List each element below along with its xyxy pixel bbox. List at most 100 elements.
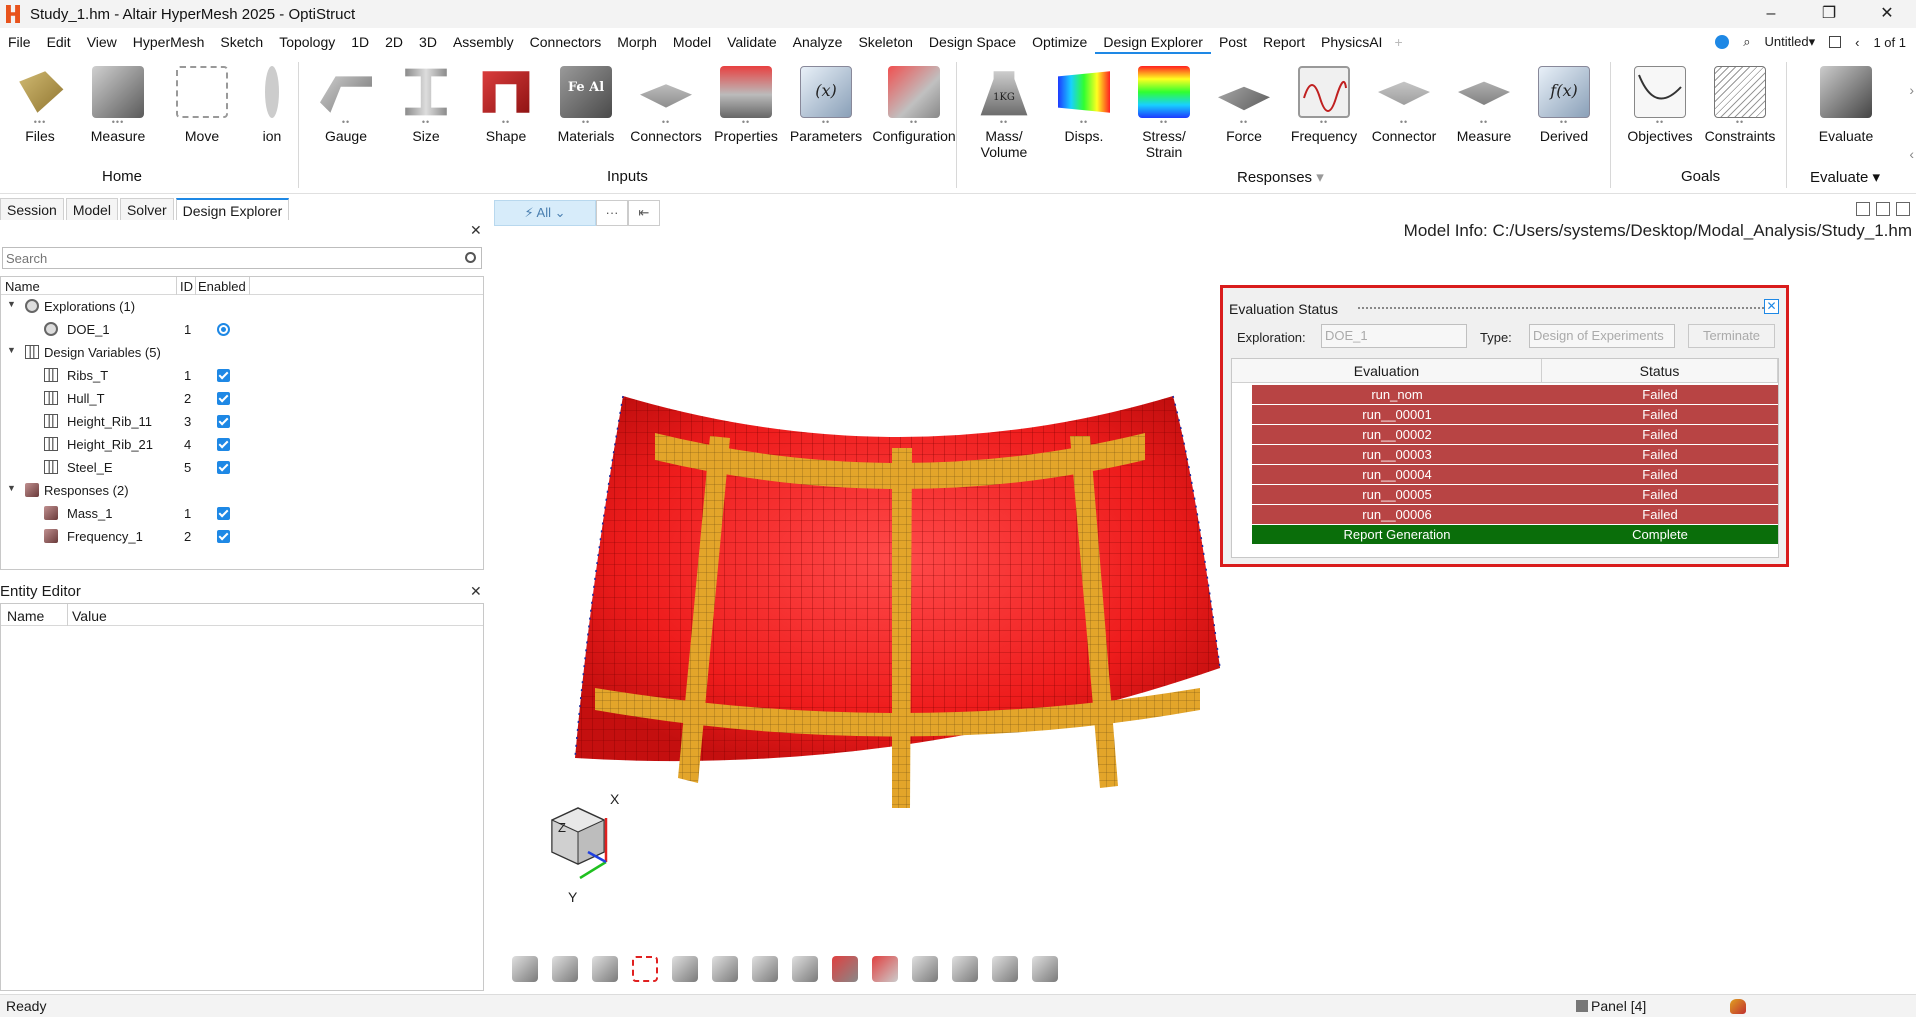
fit-view-icon[interactable]: [632, 956, 658, 982]
minimize-button[interactable]: –: [1742, 0, 1800, 28]
tree-row-mass-1[interactable]: Mass_1 1: [1, 502, 483, 525]
search-input[interactable]: [3, 248, 453, 268]
menu-hypermesh[interactable]: HyperMesh: [125, 30, 213, 54]
menu-assembly[interactable]: Assembly: [445, 30, 522, 54]
zoom-icon[interactable]: [952, 956, 978, 982]
column-enabled[interactable]: Enabled: [198, 279, 246, 294]
first-button[interactable]: ⇤: [628, 200, 660, 226]
connectors-tool[interactable]: •• Connectors: [626, 66, 706, 144]
active-exploration-radio[interactable]: [217, 323, 230, 336]
hull-model-render[interactable]: [570, 388, 1230, 833]
add-ribbon-button[interactable]: +: [1390, 30, 1406, 54]
tree-group-explorations[interactable]: ▼ Explorations (1): [1, 295, 483, 318]
close-panel-icon[interactable]: ✕: [470, 222, 482, 239]
tree-row-height-rib-11[interactable]: Height_Rib_11 3: [1, 410, 483, 433]
terminate-button[interactable]: Terminate: [1688, 324, 1775, 348]
tree-row-hull-t[interactable]: Hull_T 2: [1, 387, 483, 410]
tab-solver[interactable]: Solver: [119, 198, 174, 220]
connector-tool[interactable]: •• Connector: [1364, 66, 1444, 144]
table-row[interactable]: Report Generation Complete: [1252, 525, 1778, 544]
shape-tool[interactable]: •• Shape: [466, 66, 546, 144]
search-icon[interactable]: ⌕: [1743, 34, 1750, 50]
menu-3d[interactable]: 3D: [411, 30, 445, 54]
flame-icon[interactable]: [1730, 999, 1746, 1014]
table-row[interactable]: run__00006 Failed: [1252, 505, 1778, 524]
enabled-checkbox[interactable]: [217, 530, 230, 543]
move-view-icon[interactable]: [1876, 202, 1890, 216]
rotate-icon[interactable]: [712, 956, 738, 982]
menu-skeleton[interactable]: Skeleton: [850, 30, 920, 54]
filter-all-dropdown[interactable]: ⚡ All ⌄: [494, 200, 596, 226]
type-field[interactable]: Design of Experiments: [1529, 324, 1675, 348]
camera-icon[interactable]: [672, 956, 698, 982]
no-mask-icon[interactable]: [872, 956, 898, 982]
view-orientation-cube[interactable]: X Y Z: [540, 790, 650, 910]
mass-volume-tool[interactable]: 1KG •• Mass/Volume: [964, 66, 1044, 160]
isolate-icon[interactable]: [832, 956, 858, 982]
force-tool[interactable]: •• Force: [1204, 66, 1284, 144]
materials-tool[interactable]: Fe Al •• Materials: [546, 66, 626, 144]
tree-group-responses[interactable]: ▼ Responses (2): [1, 479, 483, 502]
parameters-tool[interactable]: (x) •• Parameters: [786, 66, 866, 144]
panel-indicator[interactable]: Panel [4]: [1576, 998, 1646, 1014]
menu-optimize[interactable]: Optimize: [1024, 30, 1095, 54]
column-status[interactable]: Status: [1542, 359, 1778, 383]
grid-view-icon[interactable]: [1856, 202, 1870, 216]
restore-button[interactable]: ❐: [1800, 0, 1858, 28]
tree-row-steel-e[interactable]: Steel_E 5: [1, 456, 483, 479]
mask-icon[interactable]: [792, 956, 818, 982]
ribbon-collapse-icon[interactable]: ‹: [1909, 146, 1914, 162]
window-icon[interactable]: [1829, 36, 1842, 48]
enabled-checkbox[interactable]: [217, 507, 230, 520]
axis-icon[interactable]: [912, 956, 938, 982]
session-dropdown[interactable]: Untitled▾: [1765, 34, 1816, 50]
evaluate-dropdown-icon[interactable]: ▾: [1873, 169, 1881, 186]
enabled-checkbox[interactable]: [217, 369, 230, 382]
table-row[interactable]: run__00004 Failed: [1252, 465, 1778, 484]
menu-analyze[interactable]: Analyze: [785, 30, 851, 54]
menu-morph[interactable]: Morph: [609, 30, 665, 54]
enabled-checkbox[interactable]: [217, 415, 230, 428]
measure-tool[interactable]: ••• Measure: [78, 66, 158, 144]
column-id[interactable]: ID: [180, 279, 193, 294]
menu-view[interactable]: View: [79, 30, 125, 54]
menu-physicsai[interactable]: PhysicsAI: [1313, 30, 1390, 54]
menu-2d[interactable]: 2D: [377, 30, 411, 54]
menu-design-space[interactable]: Design Space: [921, 30, 1024, 54]
measure-response-tool[interactable]: •• Measure: [1444, 66, 1524, 144]
configuration-tool[interactable]: •• Configuration: [866, 66, 962, 144]
move-tool[interactable]: Move: [162, 66, 242, 144]
table-row[interactable]: run__00002 Failed: [1252, 425, 1778, 444]
maximize-view-icon[interactable]: [1896, 202, 1910, 216]
column-value[interactable]: Value: [72, 608, 107, 624]
search-icon[interactable]: [465, 252, 476, 263]
tab-design-explorer[interactable]: Design Explorer: [175, 198, 290, 220]
size-tool[interactable]: •• Size: [386, 66, 466, 144]
tree-row-ribs-t[interactable]: Ribs_T 1: [1, 364, 483, 387]
page-prev-icon[interactable]: ‹: [1855, 35, 1859, 50]
tab-model[interactable]: Model: [65, 198, 118, 220]
close-entity-editor-icon[interactable]: ✕: [470, 583, 482, 600]
tree-row-frequency-1[interactable]: Frequency_1 2: [1, 525, 483, 548]
derived-tool[interactable]: f(x) •• Derived: [1524, 66, 1604, 144]
frequency-tool[interactable]: •• Frequency: [1284, 66, 1364, 144]
menu-report[interactable]: Report: [1255, 30, 1313, 54]
dialog-drag-handle[interactable]: [1358, 307, 1768, 311]
table-row[interactable]: run__00001 Failed: [1252, 405, 1778, 424]
gauge-tool[interactable]: •• Gauge: [306, 66, 386, 144]
responses-dropdown-icon[interactable]: ▾: [1316, 169, 1324, 186]
ribbon-scroll-right-icon[interactable]: ›: [1909, 82, 1914, 98]
column-name[interactable]: Name: [7, 608, 44, 624]
table-row[interactable]: run__00003 Failed: [1252, 445, 1778, 464]
tree-row-doe[interactable]: DOE_1 1: [1, 318, 483, 341]
menu-1d[interactable]: 1D: [343, 30, 377, 54]
close-window-button[interactable]: ✕: [1858, 0, 1916, 28]
expand-arrow-icon[interactable]: ▼: [7, 299, 16, 309]
tab-session[interactable]: Session: [0, 198, 64, 220]
stress-strain-tool[interactable]: •• Stress/Strain: [1124, 66, 1204, 160]
menu-edit[interactable]: Edit: [39, 30, 79, 54]
evaluate-tool[interactable]: Evaluate: [1806, 66, 1886, 144]
ion-tool[interactable]: ion: [246, 66, 298, 144]
expand-arrow-icon[interactable]: ▼: [7, 345, 16, 355]
menu-connectors[interactable]: Connectors: [522, 30, 610, 54]
